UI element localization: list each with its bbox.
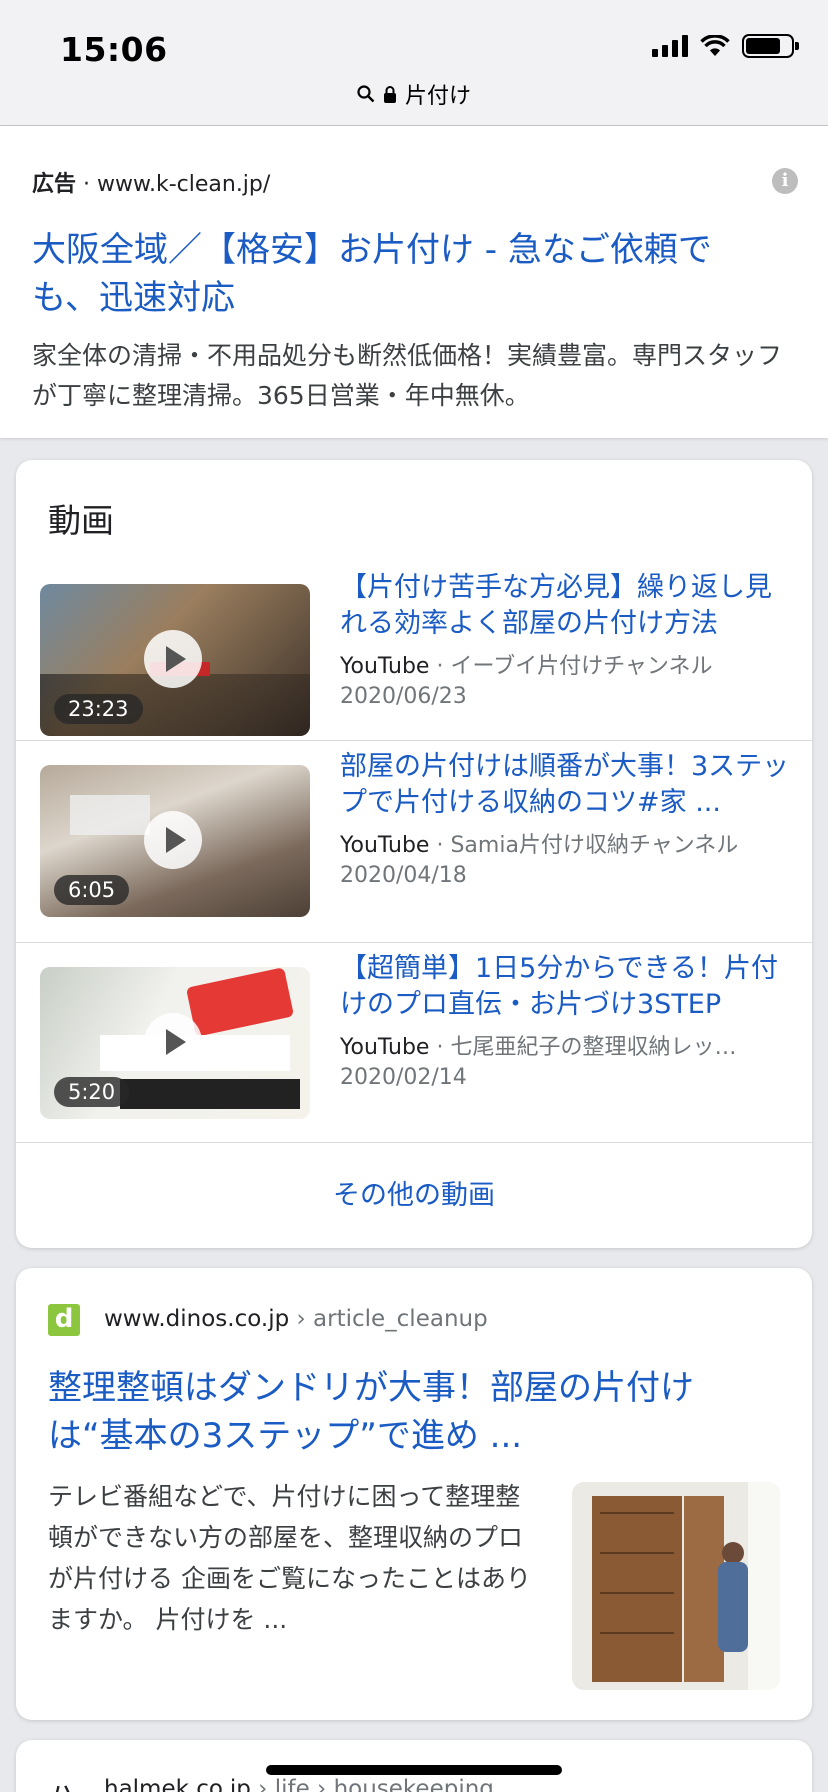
site-favicon: ハ (48, 1774, 76, 1792)
video-channel: 七尾亜紀子の整理収納レッ… (450, 1035, 737, 1060)
ad-title-link[interactable]: 大阪全域／【格安】お片付け - 急なご依頼でも、迅速対応 (32, 226, 772, 322)
video-title[interactable]: 【片付け苦手な方必見】繰り返し見れる効率よく部屋の片付け方法 (340, 570, 790, 642)
separator-dot: · (83, 172, 98, 197)
video-thumbnail[interactable]: 5:20 (40, 967, 310, 1119)
video-item[interactable]: 23:23 【片付け苦手な方必見】繰り返し見れる効率よく部屋の片付け方法 You… (16, 562, 812, 764)
result-path: article_cleanup (313, 1306, 488, 1332)
result-domain: www.dinos.co.jp (104, 1306, 290, 1332)
video-platform: YouTube (340, 833, 430, 858)
play-icon (144, 1013, 202, 1071)
status-time: 15:06 (60, 30, 168, 69)
home-indicator[interactable] (266, 1765, 562, 1775)
video-source: YouTube · イーブイ片付けチャンネル (340, 654, 713, 679)
breadcrumb-separator: › (289, 1306, 314, 1332)
ad-description: 家全体の清掃・不用品処分も断然低価格！実績豊富。専門スタッフが丁寧に整理清掃。3… (32, 341, 783, 410)
ad-result: 広告 · www.k-clean.jp/ i 大阪全域／【格安】お片付け - 急… (0, 126, 828, 438)
videos-heading: 動画 (48, 501, 114, 540)
video-date: 2020/06/23 (340, 684, 467, 709)
video-thumbnail[interactable]: 23:23 (40, 584, 310, 736)
video-duration: 6:05 (54, 875, 130, 905)
video-source: YouTube · Samia片付け収納チャンネル (340, 833, 739, 858)
browser-header: 15:06 片付け (0, 0, 828, 126)
result-breadcrumb[interactable]: halmek.co.jp › life › housekeeping (104, 1776, 494, 1792)
lock-icon (383, 86, 396, 103)
video-channel: Samia片付け収納チャンネル (450, 833, 739, 858)
video-duration: 5:20 (54, 1077, 130, 1107)
video-source: YouTube · 七尾亜紀子の整理収納レッ… (340, 1035, 737, 1060)
search-result-card: d www.dinos.co.jp › article_cleanup 整理整頓… (16, 1268, 812, 1720)
info-icon[interactable]: i (772, 168, 798, 194)
video-platform: YouTube (340, 654, 430, 679)
play-icon (144, 811, 202, 869)
result-snippet: テレビ番組などで、片付けに困って整理整頓ができない方の部屋を、整理収納のプロが片… (48, 1482, 531, 1634)
play-icon (144, 630, 202, 688)
video-title[interactable]: 部屋の片付けは順番が大事！3ステップで片付ける収納のコツ#家 ... (340, 749, 790, 821)
ad-header: 広告 · www.k-clean.jp/ (32, 166, 270, 198)
result-domain: halmek.co.jp (104, 1776, 251, 1792)
video-duration: 23:23 (54, 694, 143, 724)
video-title[interactable]: 【超簡単】1日5分からできる！片付けのプロ直伝・お片づけ3STEP (340, 951, 790, 1023)
video-date: 2020/04/18 (340, 863, 467, 888)
address-text: 片付け (404, 84, 471, 109)
battery-icon (742, 34, 799, 58)
ad-label: 広告 (32, 172, 77, 197)
video-channel: イーブイ片付けチャンネル (450, 654, 713, 679)
video-item[interactable]: 5:20 【超簡単】1日5分からできる！片付けのプロ直伝・お片づけ3STEP Y… (16, 942, 812, 1144)
video-platform: YouTube (340, 1035, 430, 1060)
site-favicon: d (48, 1304, 80, 1336)
wifi-icon (700, 35, 730, 56)
result-title-link[interactable]: 整理整頓はダンドリが大事！部屋の片付けは“基本の3ステップ”で進め ... (48, 1364, 778, 1460)
videos-card: 動画 23:23 【片付け苦手な方必見】繰り返し見れる効率よく部屋の片付け方法 … (16, 460, 812, 1248)
result-breadcrumb[interactable]: www.dinos.co.jp › article_cleanup (104, 1306, 488, 1332)
result-path: housekeeping (333, 1776, 494, 1792)
more-videos-link[interactable]: その他の動画 (16, 1142, 812, 1248)
video-date: 2020/02/14 (340, 1065, 467, 1090)
address-bar[interactable]: 片付け (0, 78, 828, 110)
result-thumbnail[interactable] (572, 1482, 780, 1690)
ad-url[interactable]: www.k-clean.jp/ (97, 172, 270, 197)
video-thumbnail[interactable]: 6:05 (40, 765, 310, 917)
breadcrumb-separator: › (309, 1776, 334, 1792)
search-icon (357, 85, 375, 103)
result-path: life (274, 1776, 310, 1792)
video-item[interactable]: 6:05 部屋の片付けは順番が大事！3ステップで片付ける収納のコツ#家 ... … (16, 740, 812, 942)
cellular-signal-icon (652, 35, 688, 57)
breadcrumb-separator: › (250, 1776, 275, 1792)
status-icons (652, 34, 799, 58)
